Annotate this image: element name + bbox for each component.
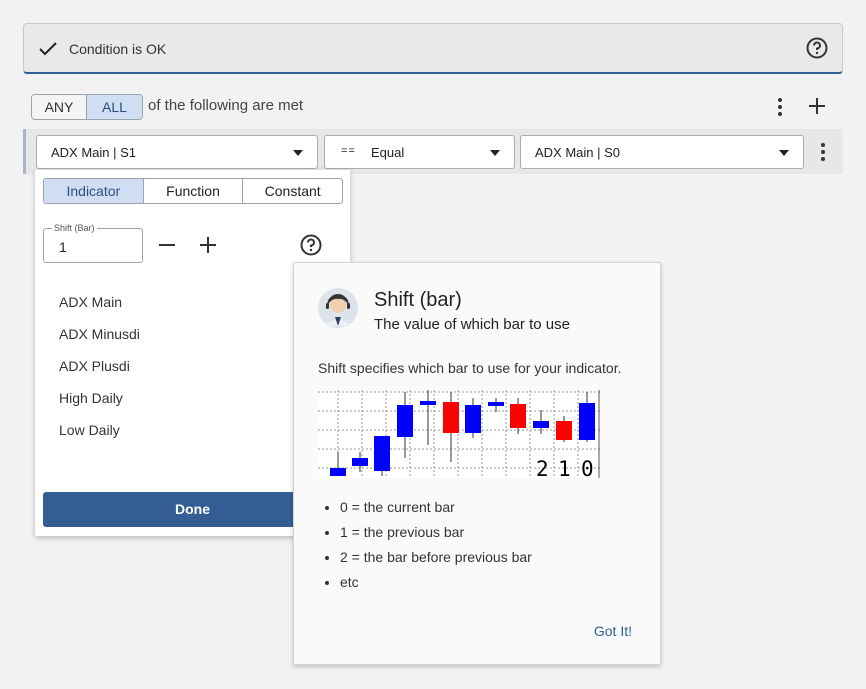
list-item[interactable]: ADX Main — [59, 294, 140, 326]
list-item: 1 = the previous bar — [340, 524, 532, 549]
bar-label: 0 — [581, 457, 594, 478]
row-more-icon[interactable] — [816, 142, 830, 167]
avatar — [318, 288, 358, 333]
caret-down-icon — [490, 150, 500, 156]
shift-input-label: Shift (Bar) — [52, 223, 97, 233]
candle — [420, 401, 436, 405]
list-item: etc — [340, 574, 532, 599]
candle — [488, 402, 504, 406]
condition-row: ADX Main | S1 == Equal ADX Main | S0 — [23, 129, 843, 174]
candlestick-illustration: 2 1 0 — [318, 390, 600, 478]
shift-help-icon[interactable] — [300, 234, 322, 261]
list-item[interactable]: ADX Plusdi — [59, 358, 140, 390]
candle — [352, 458, 368, 466]
help-icon[interactable] — [806, 37, 828, 64]
bar-label: 1 — [558, 457, 571, 478]
operator-label: Equal — [371, 145, 405, 160]
candle — [397, 405, 413, 437]
right-operand-select[interactable]: ADX Main | S0 — [520, 135, 804, 169]
left-operand-select[interactable]: ADX Main | S1 — [36, 135, 318, 169]
got-it-button[interactable]: Got It! — [594, 623, 632, 639]
any-button[interactable]: ANY — [32, 95, 87, 119]
right-operand-label: ADX Main | S0 — [535, 145, 621, 160]
popup-description: Shift specifies which bar to use for you… — [318, 360, 622, 376]
tab-function[interactable]: Function — [144, 179, 244, 203]
bar-label: 2 — [536, 457, 549, 478]
popup-subtitle: The value of which bar to use — [374, 316, 570, 333]
list-item: 2 = the bar before previous bar — [340, 549, 532, 574]
list-item[interactable]: High Daily — [59, 390, 140, 422]
candle — [533, 421, 549, 428]
candle — [374, 436, 390, 471]
caret-down-icon — [779, 150, 789, 156]
tab-indicator[interactable]: Indicator — [44, 179, 144, 203]
add-icon[interactable] — [808, 97, 826, 120]
operand-type-tabs: Indicator Function Constant — [43, 178, 343, 204]
candle — [579, 403, 595, 440]
all-button[interactable]: ALL — [87, 95, 142, 119]
popup-title: Shift (bar) — [374, 289, 462, 311]
shift-input[interactable]: Shift (Bar) 1 — [43, 223, 143, 263]
list-item[interactable]: Low Daily — [59, 422, 140, 454]
condition-suffix: of the following are met — [148, 97, 304, 114]
more-vert-icon[interactable] — [773, 97, 787, 122]
any-all-toggle: ANY ALL — [31, 94, 143, 120]
candle — [465, 405, 481, 433]
candle — [330, 468, 346, 476]
indicator-list: ADX Main ADX Minusdi ADX Plusdi High Dai… — [59, 294, 140, 454]
operator-symbol: == — [341, 145, 356, 157]
list-item[interactable]: ADX Minusdi — [59, 326, 140, 358]
caret-down-icon — [293, 150, 303, 156]
shift-input-value: 1 — [59, 239, 67, 255]
candle — [443, 402, 459, 433]
decrement-icon[interactable] — [159, 244, 175, 246]
status-banner: Condition is OK — [23, 23, 843, 74]
status-text: Condition is OK — [69, 41, 167, 57]
candle — [556, 421, 572, 440]
list-item: 0 = the current bar — [340, 499, 532, 524]
increment-icon[interactable] — [199, 236, 217, 259]
check-icon — [38, 39, 58, 64]
tab-constant[interactable]: Constant — [243, 179, 342, 203]
help-popup: Shift (bar) The value of which bar to us… — [293, 262, 661, 665]
left-operand-label: ADX Main | S1 — [51, 145, 137, 160]
candle — [510, 404, 526, 428]
shift-explanation-list: 0 = the current bar 1 = the previous bar… — [340, 499, 532, 599]
operator-select[interactable]: == Equal — [324, 135, 515, 169]
